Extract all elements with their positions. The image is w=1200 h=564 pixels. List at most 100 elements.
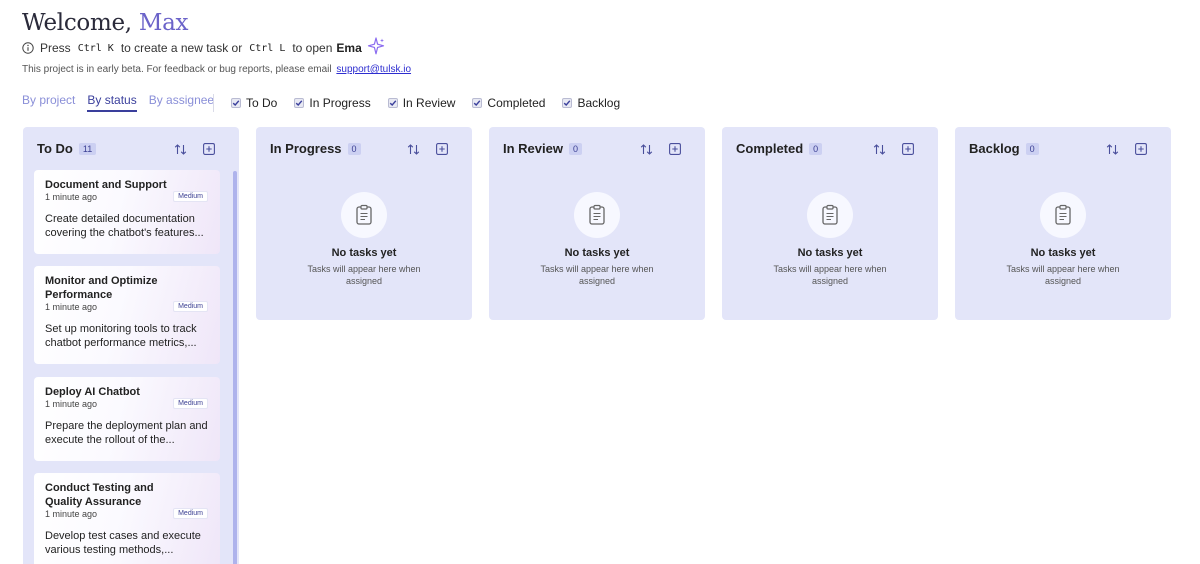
- empty-state-subtitle: Tasks will appear here when assigned: [307, 264, 421, 286]
- empty-state-title: No tasks yet: [1030, 247, 1096, 259]
- column-in-review: In Review 0 No tasks yet Tasks will appe…: [489, 127, 705, 320]
- hint-press: Press: [40, 41, 71, 55]
- column-in-review-count: 0: [568, 142, 582, 155]
- empty-state-icon-wrapper: [1040, 192, 1086, 238]
- user-name: Max: [138, 10, 189, 36]
- clipboard-icon: [589, 204, 605, 225]
- add-icon[interactable]: [436, 143, 448, 155]
- filter-backlog[interactable]: Backlog: [562, 96, 620, 110]
- sort-icon[interactable]: [407, 143, 420, 156]
- empty-state-icon-wrapper: [341, 192, 387, 238]
- task-card-description: Prepare the deployment plan and execute …: [45, 420, 208, 446]
- column-in-review-header: In Review 0: [503, 141, 582, 156]
- filter-backlog-label: Backlog: [577, 96, 621, 110]
- tab-divider: [213, 94, 214, 112]
- column-in-review-title: In Review: [503, 141, 563, 156]
- ema-label[interactable]: Ema: [336, 41, 361, 55]
- add-icon[interactable]: [203, 143, 215, 155]
- filter-in-progress[interactable]: In Progress: [294, 96, 371, 110]
- filter-completed-checkbox[interactable]: [472, 98, 483, 108]
- task-card[interactable]: Deploy AI Chatbot 1 minute ago Medium Pr…: [34, 377, 220, 461]
- priority-badge: Medium: [173, 508, 208, 519]
- view-tabs: By project By status By assignee: [22, 93, 214, 112]
- sort-icon[interactable]: [174, 143, 187, 156]
- hint-new: to create a new task or: [120, 41, 243, 55]
- add-icon[interactable]: [902, 143, 914, 155]
- empty-state-subtitle: Tasks will appear here when assigned: [540, 264, 654, 286]
- clipboard-icon: [356, 204, 372, 225]
- shortcut-new-task: Ctrl K: [77, 42, 114, 54]
- filter-in-progress-label: In Progress: [309, 96, 371, 110]
- column-completed-count: 0: [809, 142, 823, 155]
- clipboard-icon: [822, 204, 838, 225]
- column-completed-title: Completed: [736, 141, 804, 156]
- filter-in-review-label: In Review: [402, 96, 456, 110]
- task-card-time: 1 minute ago: [45, 399, 98, 409]
- sort-icon[interactable]: [1106, 143, 1119, 156]
- check-icon: [389, 100, 397, 107]
- priority-badge: Medium: [173, 398, 208, 409]
- column-in-progress: In Progress 0 No tasks yet Tasks will ap…: [256, 127, 472, 320]
- empty-state-icon-wrapper: [807, 192, 853, 238]
- empty-state-icon-wrapper: [574, 192, 620, 238]
- column-todo-count: 11: [78, 142, 97, 155]
- check-icon: [232, 100, 240, 107]
- sort-icon[interactable]: [873, 143, 886, 156]
- add-icon[interactable]: [669, 143, 681, 155]
- tab-by-assignee[interactable]: By assignee: [149, 93, 214, 112]
- priority-badge: Medium: [173, 301, 208, 312]
- column-backlog-count: 0: [1025, 142, 1039, 155]
- task-card-description: Create detailed documentation covering t…: [45, 213, 204, 239]
- filter-in-review-checkbox[interactable]: [387, 98, 398, 108]
- status-filters: To Do In Progress In Review Completed Ba…: [231, 96, 620, 110]
- support-email-link[interactable]: support@tulsk.io: [336, 64, 411, 75]
- shortcut-open-ema: Ctrl L: [249, 42, 286, 54]
- filter-in-progress-checkbox[interactable]: [294, 98, 305, 108]
- task-card[interactable]: Monitor and Optimize Performance 1 minut…: [34, 266, 220, 364]
- task-card-description: Set up monitoring tools to track chatbot…: [45, 323, 197, 349]
- filter-completed[interactable]: Completed: [472, 96, 545, 110]
- sparkle-icon[interactable]: [367, 37, 385, 55]
- filter-backlog-checkbox[interactable]: [562, 98, 573, 108]
- column-completed: Completed 0 No tasks yet Tasks will appe…: [722, 127, 938, 320]
- task-card-title: Document and Support: [45, 179, 167, 191]
- task-card[interactable]: Conduct Testing and Quality Assurance 1 …: [34, 473, 220, 564]
- empty-state-subtitle: Tasks will appear here when assigned: [1006, 264, 1120, 286]
- task-card-description: Develop test cases and execute various t…: [45, 530, 201, 556]
- check-icon: [564, 100, 571, 107]
- clipboard-icon: [1055, 204, 1071, 225]
- column-todo-title: To Do: [37, 141, 73, 156]
- task-card-title: Monitor and Optimize Performance: [45, 275, 158, 301]
- task-card-title: Conduct Testing and Quality Assurance: [45, 482, 154, 508]
- empty-state-title: No tasks yet: [564, 247, 630, 259]
- task-card[interactable]: Document and Support 1 minute ago Medium…: [34, 170, 220, 254]
- empty-state-title: No tasks yet: [331, 247, 397, 259]
- welcome-heading: Welcome, Max: [22, 10, 188, 36]
- column-backlog-title: Backlog: [969, 141, 1020, 156]
- add-icon[interactable]: [1135, 143, 1147, 155]
- filter-todo-checkbox[interactable]: [231, 98, 241, 108]
- shortcut-hint: Press Ctrl K to create a new task or Ctr…: [22, 37, 385, 55]
- column-scrollbar[interactable]: [233, 171, 237, 564]
- empty-state-title: No tasks yet: [797, 247, 863, 259]
- column-in-progress-title: In Progress: [270, 141, 342, 156]
- hint-open: to open: [292, 41, 333, 55]
- tab-by-status[interactable]: By status: [87, 93, 137, 112]
- task-card-title: Deploy AI Chatbot: [45, 386, 140, 398]
- filter-todo[interactable]: To Do: [231, 96, 277, 110]
- filter-todo-label: To Do: [246, 96, 278, 110]
- sort-icon[interactable]: [640, 143, 653, 156]
- column-in-progress-count: 0: [347, 142, 361, 155]
- filter-completed-label: Completed: [487, 96, 546, 110]
- check-icon: [296, 100, 303, 107]
- filter-in-review[interactable]: In Review: [387, 96, 456, 110]
- beta-notice: This project is in early beta. For feedb…: [22, 64, 411, 75]
- priority-badge: Medium: [173, 191, 208, 202]
- empty-state-subtitle: Tasks will appear here when assigned: [773, 264, 887, 286]
- column-todo-header: To Do 11: [37, 141, 97, 156]
- info-icon: [22, 42, 34, 54]
- check-icon: [474, 100, 481, 107]
- tab-by-project[interactable]: By project: [22, 93, 75, 112]
- column-backlog: Backlog 0 No tasks yet Tasks will appear…: [955, 127, 1171, 320]
- task-card-time: 1 minute ago: [45, 302, 98, 312]
